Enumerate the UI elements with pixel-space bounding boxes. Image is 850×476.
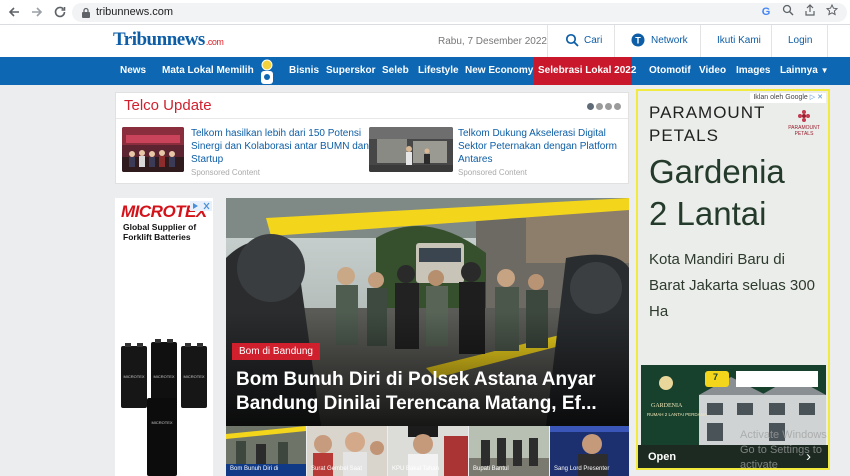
nav-item-seleb[interactable]: Seleb xyxy=(382,65,409,76)
strip-caption: Surat Gembel Saat xyxy=(311,466,363,472)
browser-toolbar: tribunnews.com G xyxy=(0,0,850,25)
nav-item-new-economy[interactable]: New Economy xyxy=(465,65,533,76)
header-divider xyxy=(771,25,772,57)
search-link[interactable]: Cari xyxy=(584,35,602,46)
login-link[interactable]: Login xyxy=(788,35,812,46)
nav-item-otomotif[interactable]: Otomotif xyxy=(649,65,691,76)
strip-caption: KPU Bakal Tahan xyxy=(392,466,439,472)
ad-headline: Gardenia 2 Lantai xyxy=(649,151,785,235)
strip-thumbnail[interactable]: Bupati Bantul xyxy=(469,426,549,476)
ad-banner-subtitle: RUMAH 2 LANTAI PERDANA xyxy=(647,412,707,417)
ad-brand-line: PETALS xyxy=(649,126,719,145)
logo-news-text: news xyxy=(166,29,206,50)
header-divider xyxy=(700,25,701,57)
svg-text:MICROTEX: MICROTEX xyxy=(123,374,144,379)
strip-thumbnail[interactable]: KPU Bakal Tahan xyxy=(388,426,468,476)
nav-item-lifestyle[interactable]: Lifestyle xyxy=(418,65,459,76)
hero-headline[interactable]: Bom Bunuh Diri di Polsek Astana Anyar Ba… xyxy=(236,368,621,416)
ad-choices-icon[interactable]: ▷ xyxy=(810,94,815,101)
site-header: Tribunnews.com Rabu, 7 Desember 2022 Car… xyxy=(0,25,850,57)
network-icon[interactable]: T xyxy=(631,33,645,47)
header-date: Rabu, 7 Desember 2022 xyxy=(438,36,547,47)
ad-headline-line: Gardenia xyxy=(649,153,785,190)
strip-caption: Bom Bunuh Diri di xyxy=(230,466,279,472)
nav-item-selebrasi-lokal[interactable]: Selebrasi Lokal 2022 xyxy=(538,65,636,76)
telco-update-section: Telco Update Telkom hasilkan lebih dari … xyxy=(115,92,629,184)
network-link[interactable]: Network xyxy=(651,35,688,46)
reload-icon[interactable] xyxy=(52,4,68,20)
mascot-icon xyxy=(256,58,278,85)
ad-choices-icon[interactable] xyxy=(190,198,212,211)
ad-tagline: Global Supplier of xyxy=(123,222,197,232)
close-icon[interactable]: ✕ xyxy=(817,94,823,101)
carousel-dot[interactable] xyxy=(587,103,594,110)
ad-tagline: Forklift Batteries xyxy=(123,232,191,242)
arrow-left-icon[interactable] xyxy=(6,4,22,20)
ad-banner-title: GARDENIA xyxy=(651,403,683,409)
article-headline[interactable]: Telkom Dukung Akselerasi Digital Sektor … xyxy=(458,127,623,166)
nav-item-lainnya-label: Lainnya xyxy=(780,65,818,76)
url-text[interactable]: tribunnews.com xyxy=(96,6,173,18)
strip-caption: Sang Lord Presenter xyxy=(554,466,610,472)
watermark-line: Activate Windows xyxy=(740,429,827,441)
ad-headline-line: 2 Lantai xyxy=(649,195,767,232)
arrow-right-icon[interactable] xyxy=(29,4,45,20)
svg-text:MICROTEX: MICROTEX xyxy=(151,420,172,425)
logo-text: Tribun xyxy=(113,29,167,50)
article-thumbnail[interactable] xyxy=(369,127,453,172)
header-divider xyxy=(547,25,548,57)
article-headline[interactable]: Telkom hasilkan lebih dari 150 Potensi S… xyxy=(191,127,369,166)
follow-link[interactable]: Ikuti Kami xyxy=(717,35,761,46)
share-icon[interactable] xyxy=(802,4,818,20)
site-logo[interactable]: Tribunnews.com xyxy=(113,29,224,51)
zoom-icon[interactable] xyxy=(780,4,796,20)
sponsored-label: Sponsored Content xyxy=(191,168,260,177)
carousel-dot[interactable] xyxy=(596,103,603,110)
ad-label-text: Iklan oleh Google xyxy=(753,94,808,101)
strip-thumbnail[interactable]: Bom Bunuh Diri di xyxy=(226,426,306,476)
ad-subtext: Kota Mandiri Baru di Barat Jakarta selua… xyxy=(649,251,815,320)
nav-item-video[interactable]: Video xyxy=(699,65,726,76)
header-divider xyxy=(827,25,828,57)
search-icon[interactable] xyxy=(565,33,579,47)
nav-item-bisnis[interactable]: Bisnis xyxy=(289,65,319,76)
ad-brand: PARAMOUNT PETALS xyxy=(649,101,765,147)
windows-activation-watermark: Activate Windows Go to Settings to activ… xyxy=(740,428,850,473)
paramount-petals-ad[interactable]: Iklan oleh Google ▷ ✕ PARAMOUNT PETALS P… xyxy=(636,89,830,470)
ad-banner-price: 7 xyxy=(713,372,719,382)
article-thumbnail[interactable] xyxy=(122,127,184,172)
hero-category-tag[interactable]: Bom di Bandung xyxy=(232,343,320,360)
carousel-dot[interactable] xyxy=(605,103,612,110)
strip-thumbnail[interactable]: Sang Lord Presenter xyxy=(550,426,629,476)
caret-down-icon: ▼ xyxy=(820,66,829,75)
ad-open-button[interactable]: Open xyxy=(648,451,676,463)
nav-item-images[interactable]: Images xyxy=(736,65,770,76)
ad-mini-logo: PARAMOUNT PETALS xyxy=(788,109,820,137)
flower-icon xyxy=(798,110,810,122)
header-divider xyxy=(614,25,615,57)
divider xyxy=(116,118,628,119)
strip-caption: Bupati Bantul xyxy=(473,466,509,472)
address-bar[interactable] xyxy=(72,3,847,22)
nav-item-news[interactable]: News xyxy=(120,65,146,76)
watermark-line: Go to Settings to activate xyxy=(740,444,822,471)
svg-text:MICROTEX: MICROTEX xyxy=(183,374,204,379)
ad-mini-logo-text: PARAMOUNT PETALS xyxy=(788,125,820,137)
nav-item-mata-lokal-memilih[interactable]: Mata Lokal Memilih xyxy=(162,65,254,76)
logo-suffix: .com xyxy=(205,37,224,47)
star-icon[interactable] xyxy=(824,3,840,20)
svg-text:MICROTEX: MICROTEX xyxy=(153,374,174,379)
batteries-image: MICROTEX MICROTEX MICROTEX MICROTEX xyxy=(121,339,207,476)
microtex-ad[interactable]: MICROTEX Global Supplier of Forklift Bat… xyxy=(115,198,213,476)
google-icon[interactable]: G xyxy=(758,4,774,20)
ad-brand-line: PARAMOUNT xyxy=(649,103,766,122)
strip-thumbnail[interactable]: Surat Gembel Saat xyxy=(307,426,387,476)
section-title: Telco Update xyxy=(124,97,212,114)
carousel-dot[interactable] xyxy=(614,103,621,110)
sponsored-label: Sponsored Content xyxy=(458,168,527,177)
nav-item-lainnya[interactable]: Lainnya ▼ xyxy=(780,65,829,76)
lock-icon[interactable] xyxy=(81,6,91,24)
svg-text:T: T xyxy=(635,36,641,46)
nav-item-superskor[interactable]: Superskor xyxy=(326,65,375,76)
